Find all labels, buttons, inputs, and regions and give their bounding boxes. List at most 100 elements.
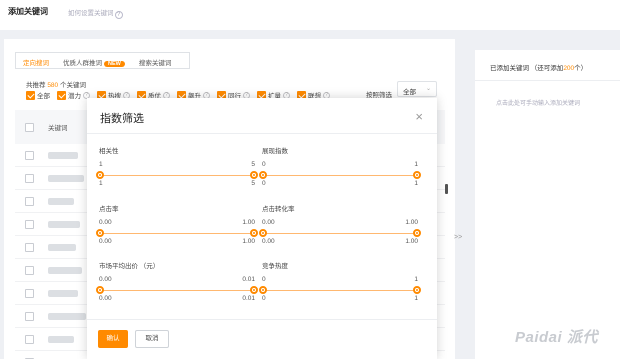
tab-search-keywords[interactable]: 搜索关键词 [132,53,179,68]
added-keywords-header: 已添加关键词 （还可添加200个） [475,50,620,81]
blurred-keyword [48,289,78,297]
help-link[interactable]: 如何设置关键词? [68,7,123,19]
dialog-title: 指数筛选 [100,113,144,125]
tab-bar: 定向搜词 优质人群推词 NEW 搜索关键词 [15,52,190,69]
slider-min-handle[interactable] [259,171,267,179]
added-keywords-panel: 已添加关键词 （还可添加200个） 点击此处可手动输入添加关键词 [475,50,620,359]
blurred-keyword [48,243,76,251]
row-checkbox[interactable] [25,288,34,298]
tab-quality-audience[interactable]: 优质人群推词 NEW [56,53,132,68]
slider-max-handle[interactable] [413,229,421,237]
slider-impression-index: 展现指数 0 1 0 1 [259,145,421,195]
slider-label: 展现指数 [262,148,288,155]
slider-track[interactable] [100,175,254,176]
cancel-button[interactable]: 取消 [135,330,169,348]
sort-select[interactable]: 全部 ⌄ [397,81,437,97]
page-title: 添加关键词 [8,7,48,16]
slider-max-handle[interactable] [250,286,258,294]
column-keyword: 关键词 [48,125,68,132]
slider-min-handle[interactable] [259,286,267,294]
row-checkbox[interactable] [25,265,34,275]
filter-all[interactable]: 全部 [26,90,50,100]
slider-max-handle[interactable] [413,286,421,294]
slider-conversion-rate: 点击转化率 0.00 1.00 0.00 1.00 [259,203,421,253]
divider [87,133,437,134]
scrollbar[interactable] [445,184,448,194]
slider-track[interactable] [263,233,417,234]
slider-max-value: 5 [251,161,255,168]
manual-add-hint[interactable]: 点击此处可手动输入添加关键词 [475,81,620,107]
slider-range-max: 5 [251,180,255,187]
row-checkbox[interactable] [25,173,34,183]
slider-max-handle[interactable] [413,171,421,179]
filter-potential[interactable]: 潜力? [57,90,90,100]
slider-min-handle[interactable] [96,171,104,179]
blurred-keyword [48,174,84,182]
slider-max-handle[interactable] [250,229,258,237]
slider-range-max: 1 [414,180,418,187]
slider-min-value: 0.00 [262,219,275,226]
confirm-button[interactable]: 确认 [98,330,128,348]
top-bar: 添加关键词 如何设置关键词? [0,0,620,30]
checkbox[interactable] [57,90,66,100]
slider-max-value: 0.01 [242,276,255,283]
slider-label: 点击转化率 [262,206,295,213]
transfer-arrows[interactable]: >> [454,234,462,241]
row-checkbox[interactable] [25,334,34,344]
slider-track[interactable] [263,175,417,176]
blurred-keyword [48,266,82,274]
slider-label: 相关性 [99,148,119,155]
slider-range-max: 0.01 [242,295,255,302]
blurred-keyword [48,312,86,320]
recommend-count: 共推荐 580 个关键词 [26,82,86,89]
slider-min-value: 0.00 [99,276,112,283]
slider-min-value: 0 [262,276,266,283]
slider-competition: 竞争热度 0 1 0 1 [259,260,421,310]
slider-avg-bid: 市场平均出价 （元） 0.00 0.01 0.00 0.01 [96,260,258,310]
slider-range-min: 0 [262,295,266,302]
new-badge: NEW [104,61,125,67]
slider-ctr: 点击率 0.00 1.00 0.00 1.00 [96,203,258,253]
slider-range-min: 0.00 [262,238,275,245]
slider-max-value: 1.00 [405,219,418,226]
tab-targeted-search[interactable]: 定向搜词 [16,53,56,68]
slider-max-value: 1 [414,276,418,283]
slider-range-min: 0.00 [99,295,112,302]
slider-range-max: 1.00 [405,238,418,245]
slider-range-min: 0 [262,180,266,187]
slider-min-handle[interactable] [259,229,267,237]
blurred-keyword [48,197,74,205]
blurred-keyword [48,151,78,159]
row-checkbox[interactable] [25,150,34,160]
slider-min-handle[interactable] [96,229,104,237]
slider-track[interactable] [263,290,417,291]
blurred-keyword [48,220,80,228]
close-icon[interactable]: × [415,109,423,124]
dialog-footer: 确认 取消 [87,319,437,359]
slider-track[interactable] [100,290,254,291]
watermark-logo: Paidai 派代 [515,329,598,346]
slider-max-value: 1 [414,161,418,168]
row-checkbox[interactable] [25,311,34,321]
slider-min-value: 1 [99,161,103,168]
slider-label: 竞争热度 [262,263,288,270]
slider-min-value: 0 [262,161,266,168]
slider-label: 市场平均出价 （元） [99,263,160,270]
index-filter-dialog: 指数筛选 × 相关性 1 5 1 5 展现指数 0 1 0 1 点击率 0.00… [87,98,437,359]
slider-range-max: 1 [414,295,418,302]
row-checkbox[interactable] [25,242,34,252]
slider-range-min: 1 [99,180,103,187]
slider-max-value: 1.00 [242,219,255,226]
slider-track[interactable] [100,233,254,234]
row-checkbox[interactable] [25,196,34,206]
help-icon: ? [114,11,123,19]
chevron-down-icon: ⌄ [425,86,431,92]
select-all-checkbox[interactable] [25,122,34,132]
slider-max-handle[interactable] [250,171,258,179]
slider-label: 点击率 [99,206,119,213]
blurred-keyword [48,335,74,343]
checkbox[interactable] [26,90,35,100]
slider-min-handle[interactable] [96,286,104,294]
row-checkbox[interactable] [25,219,34,229]
slider-min-value: 0.00 [99,219,112,226]
